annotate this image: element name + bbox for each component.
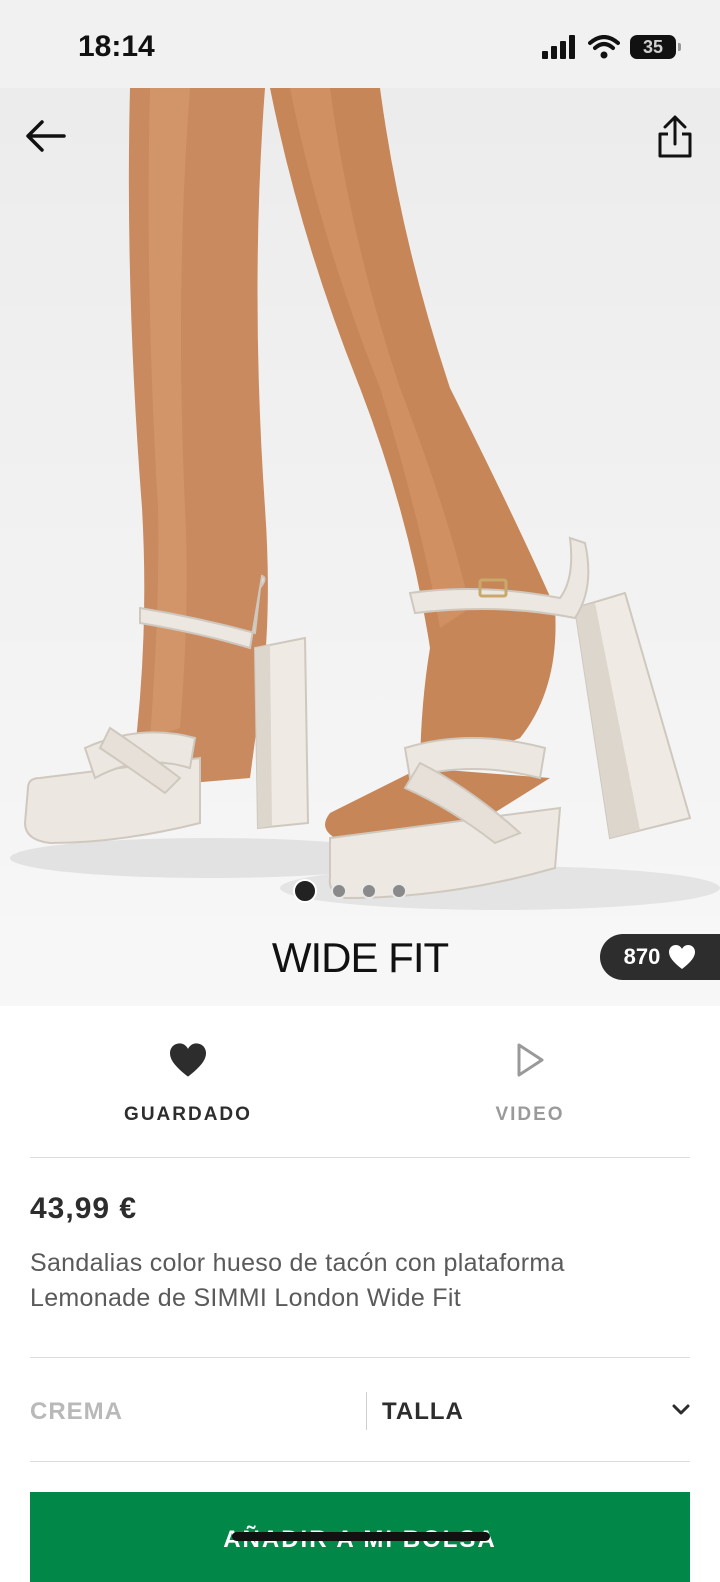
play-icon [517,1043,544,1077]
video-button[interactable]: VIDEO [350,1006,710,1158]
share-icon[interactable] [654,114,696,160]
heart-icon [669,945,696,969]
back-arrow-icon[interactable] [22,116,70,156]
divider [30,1461,690,1462]
chevron-down-icon[interactable] [672,1404,690,1416]
product-photo [10,88,720,910]
carousel-pagination [293,879,407,903]
saved-count: 870 [623,944,661,969]
carousel-dot[interactable] [361,883,377,899]
carousel-dot[interactable] [331,883,347,899]
saved-label: GUARDADO [124,1104,252,1125]
status-bar: 18:14 35 [0,0,720,88]
home-indicator [232,1532,490,1541]
variant-selectors: CREMA TALLA [30,1360,690,1460]
product-image-carousel[interactable] [0,88,720,916]
add-to-bag-label: AÑADIR A MI BOLSA [30,1492,690,1554]
divider [30,1357,690,1358]
product-description: Sandalias color hueso de tacón con plata… [30,1249,565,1312]
saved-button[interactable]: GUARDADO [8,1006,368,1158]
status-time: 18:14 [78,30,155,63]
saved-count-badge[interactable]: 870 [600,934,720,980]
selector-separator [366,1392,367,1430]
battery-icon: 35 [630,35,681,59]
video-label: VIDEO [495,1104,565,1125]
status-icons: 35 [542,30,681,64]
size-select[interactable]: TALLA [382,1398,464,1426]
heart-icon [170,1043,206,1077]
color-value: CREMA [30,1398,123,1425]
wifi-icon [588,35,620,59]
divider [30,1157,690,1158]
action-row: GUARDADO VIDEO [0,1006,720,1158]
signal-icon [542,35,575,59]
carousel-dot[interactable] [391,883,407,899]
carousel-dot[interactable] [293,879,317,903]
product-price: 43,99 € [30,1192,138,1225]
fit-band: WIDE FIT 870 [0,916,720,1006]
